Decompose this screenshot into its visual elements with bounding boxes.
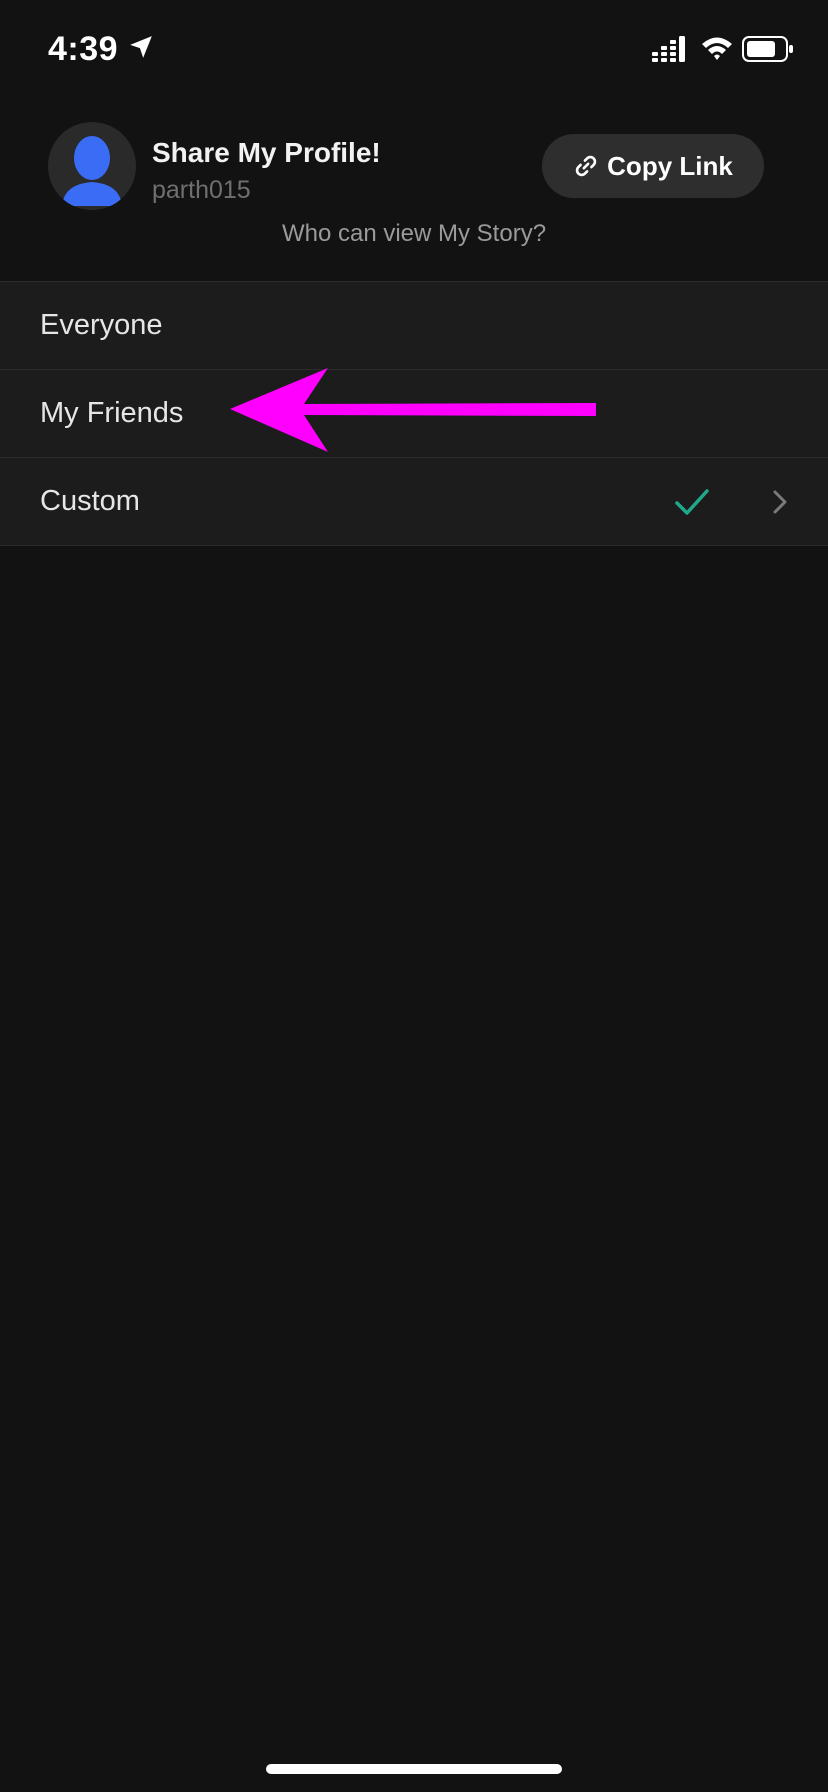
status-bar: 4:39	[0, 0, 828, 100]
location-arrow-icon	[130, 36, 152, 58]
option-label: Everyone	[40, 309, 163, 341]
battery-icon	[742, 36, 793, 62]
option-custom[interactable]: Custom	[0, 458, 828, 546]
status-time: 4:39	[48, 30, 119, 68]
copy-link-button[interactable]: Copy Link	[542, 134, 764, 198]
option-label: Custom	[40, 485, 140, 517]
option-label: My Friends	[40, 397, 184, 429]
option-everyone[interactable]: Everyone	[0, 282, 828, 370]
annotation-arrow-icon	[230, 368, 596, 452]
avatar[interactable]	[48, 122, 136, 210]
avatar-silhouette-icon	[62, 136, 122, 206]
section-caption: Who can view My Story?	[281, 220, 547, 247]
chevron-right-icon[interactable]	[768, 485, 792, 519]
wifi-icon	[702, 37, 732, 60]
profile-header: Share My Profile! parth015 Copy Link Who…	[0, 110, 828, 280]
checkmark-icon	[675, 489, 709, 515]
profile-username: parth015	[152, 176, 251, 204]
link-icon	[575, 155, 597, 177]
copy-link-label: Copy Link	[607, 150, 733, 181]
profile-title: Share My Profile!	[152, 137, 381, 168]
cellular-signal-icon	[652, 36, 685, 62]
story-privacy-screen: 4:39 Share My Profile! parth015 Copy Lin…	[0, 0, 828, 1792]
home-indicator[interactable]	[266, 1764, 562, 1774]
